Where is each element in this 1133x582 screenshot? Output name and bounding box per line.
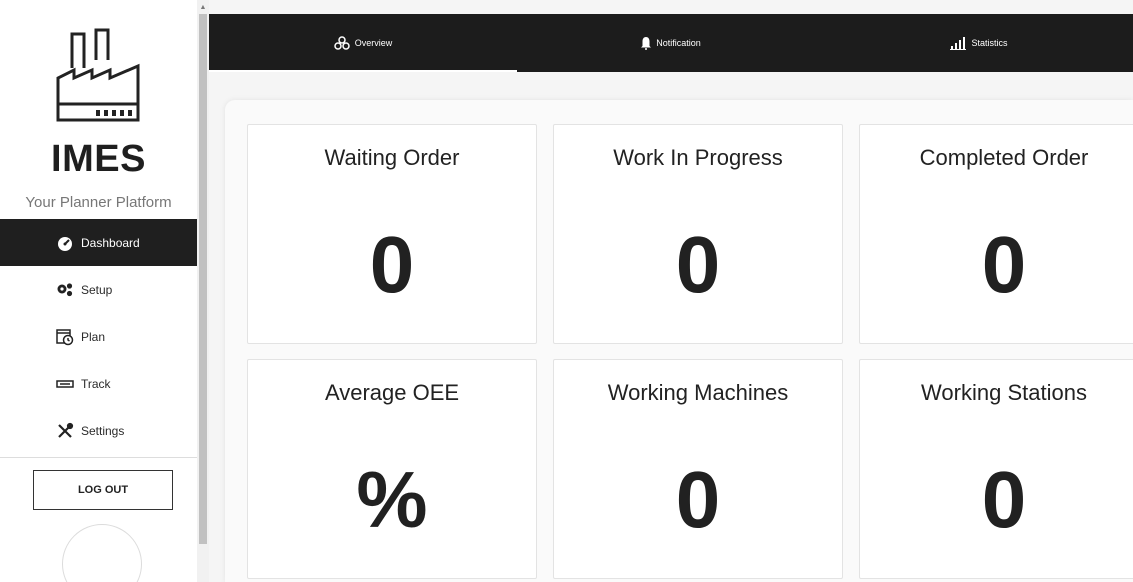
sidebar-nav: Dashboard Setup Plan Track Settings: [0, 219, 197, 454]
sidebar-item-label: Track: [81, 376, 111, 391]
card-title: Completed Order: [919, 145, 1089, 170]
main-content: Overview Notification Statistics Waiting…: [209, 0, 1133, 582]
stat-card-waiting-order: Waiting Order 0: [247, 124, 537, 344]
sidebar: IMES Your Planner Platform Dashboard Set…: [0, 0, 197, 582]
sidebar-item-settings[interactable]: Settings: [0, 407, 197, 454]
tab-bar: Overview Notification Statistics: [209, 14, 1133, 72]
tab-label: Notification: [656, 38, 701, 48]
brand-tagline: Your Planner Platform: [25, 194, 172, 211]
avatar[interactable]: [62, 524, 142, 582]
tab-label: Overview: [354, 38, 393, 48]
card-value: 0: [675, 455, 721, 544]
sidebar-item-dashboard[interactable]: Dashboard: [0, 219, 197, 266]
bar-chart-icon: [950, 36, 967, 50]
sidebar-item-label: Setup: [81, 282, 113, 297]
card-value: 0: [675, 220, 721, 309]
card-title: Working Machines: [607, 380, 789, 405]
scroll-up-icon[interactable]: ▲: [197, 0, 209, 14]
sidebar-item-label: Plan: [81, 329, 106, 344]
card-value: 0: [981, 220, 1027, 309]
card-value: 0: [981, 455, 1027, 544]
card-value: %: [356, 455, 428, 544]
overview-icon: [333, 36, 350, 50]
factory-logo-icon: [56, 28, 140, 122]
bell-icon: [641, 36, 652, 50]
stat-card-working-stations: Working Stations 0: [859, 359, 1133, 579]
sidebar-item-label: Dashboard: [81, 235, 140, 250]
gears-icon: [55, 281, 75, 299]
card-title: Working Stations: [921, 380, 1087, 405]
card-title: Average OEE: [324, 380, 460, 405]
sidebar-item-label: Settings: [81, 423, 125, 438]
card-title: Waiting Order: [324, 145, 460, 170]
tab-notification[interactable]: Notification: [517, 14, 825, 72]
stat-card-completed-order: Completed Order 0: [859, 124, 1133, 344]
sidebar-item-track[interactable]: Track: [0, 360, 197, 407]
stat-card-work-in-progress: Work In Progress 0: [553, 124, 843, 344]
tab-label: Statistics: [971, 38, 1008, 48]
logout-button[interactable]: LOG OUT: [33, 470, 173, 510]
sidebar-item-plan[interactable]: Plan: [0, 313, 197, 360]
tools-icon: [55, 422, 75, 440]
sidebar-scrollbar[interactable]: ▲: [197, 0, 209, 582]
scrollbar-thumb[interactable]: [199, 14, 207, 544]
card-title: Work In Progress: [613, 145, 783, 170]
calendar-clock-icon: [55, 328, 75, 346]
track-icon: [55, 375, 75, 393]
dashboard-icon: [55, 234, 75, 252]
brand-name: IMES: [51, 138, 146, 180]
stats-cards: Waiting Order 0 Work In Progress 0 Compl…: [247, 124, 1133, 582]
sidebar-item-setup[interactable]: Setup: [0, 266, 197, 313]
card-value: 0: [369, 220, 415, 309]
tab-overview[interactable]: Overview: [209, 14, 517, 72]
stat-card-working-machines: Working Machines 0: [553, 359, 843, 579]
sidebar-divider: [0, 457, 197, 458]
stat-card-average-oee: Average OEE %: [247, 359, 537, 579]
tab-statistics[interactable]: Statistics: [825, 14, 1133, 72]
